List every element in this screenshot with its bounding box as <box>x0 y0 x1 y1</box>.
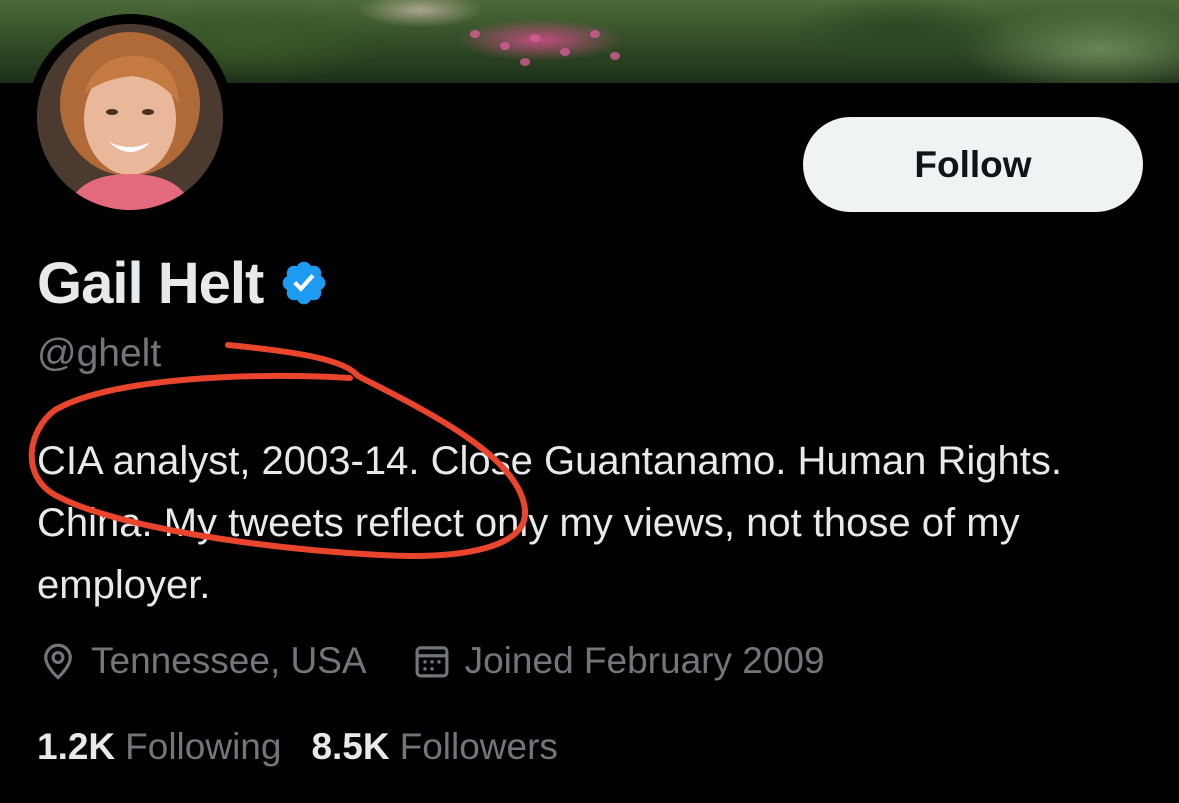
bio-text: CIA analyst, 2003-14. Close Guantanamo. … <box>37 439 1062 607</box>
profile-stats: 1.2K Following 8.5K Followers <box>37 722 558 772</box>
joined-text: Joined February 2009 <box>464 640 825 681</box>
followers-link[interactable]: 8.5K Followers <box>311 726 557 768</box>
followers-count: 8.5K <box>311 726 390 767</box>
location-text: Tennessee, USA <box>91 640 367 681</box>
location-item: Tennessee, USA <box>37 640 367 682</box>
following-label: Following <box>125 726 282 767</box>
verified-badge-icon[interactable] <box>279 258 329 308</box>
profile-meta: Tennessee, USA Joined February 2009 <box>37 636 825 686</box>
location-pin-icon <box>44 643 72 680</box>
avatar-portrait <box>37 24 223 210</box>
calendar-icon <box>415 646 449 678</box>
follow-button[interactable]: Follow <box>803 117 1143 212</box>
followers-label: Followers <box>399 726 558 767</box>
display-name: Gail Helt <box>37 250 264 316</box>
joined-item: Joined February 2009 <box>411 640 825 682</box>
following-link[interactable]: 1.2K Following <box>37 726 281 768</box>
following-count: 1.2K <box>37 726 116 767</box>
avatar[interactable] <box>37 24 223 210</box>
name-row: Gail Helt <box>37 248 329 318</box>
user-handle: @ghelt <box>37 332 162 375</box>
